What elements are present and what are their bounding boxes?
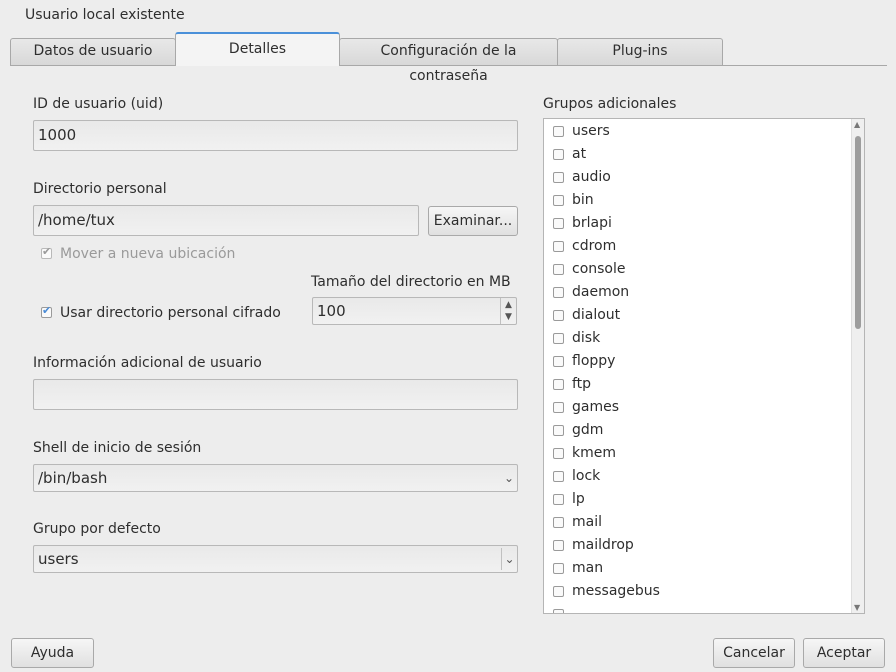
group-checkbox[interactable] [553, 149, 564, 160]
encrypted-home-label: Usar directorio personal cifrado [60, 305, 281, 321]
spinner-buttons: ▲ ▼ [500, 298, 516, 324]
window-title: Usuario local existente [25, 7, 185, 23]
chevron-down-icon[interactable]: ⌄ [501, 548, 517, 570]
tab-details[interactable]: Detalles [175, 32, 340, 66]
list-item[interactable]: messagebus [552, 581, 842, 604]
list-item[interactable]: at [552, 144, 842, 167]
extra-info-label: Información adicional de usuario [33, 355, 262, 371]
scrollbar-thumb[interactable] [855, 136, 861, 329]
list-item[interactable]: lp [552, 489, 842, 512]
groups-scrollbar[interactable]: ▲ ▼ [851, 119, 864, 613]
list-item[interactable]: cdrom [552, 236, 842, 259]
home-dir-input[interactable]: /home/tux [33, 205, 419, 236]
group-checkbox[interactable] [553, 218, 564, 229]
tab-plugins[interactable]: Plug-ins [557, 38, 723, 65]
help-button[interactable]: Ayuda [11, 638, 94, 668]
default-group-label: Grupo por defecto [33, 521, 161, 537]
dir-size-value: 100 [317, 302, 346, 320]
group-checkbox[interactable] [553, 609, 564, 613]
list-item[interactable]: brlapi [552, 213, 842, 236]
list-item[interactable]: maildrop [552, 535, 842, 558]
list-item[interactable]: man [552, 558, 842, 581]
group-checkbox[interactable] [553, 540, 564, 551]
list-item[interactable]: gdm [552, 420, 842, 443]
list-item[interactable]: dialout [552, 305, 842, 328]
accept-button[interactable]: Aceptar [803, 638, 885, 668]
list-item[interactable]: daemon [552, 282, 842, 305]
group-checkbox[interactable] [553, 471, 564, 482]
scroll-up-icon[interactable]: ▲ [854, 120, 860, 129]
shell-value: /bin/bash [38, 469, 108, 487]
list-item[interactable]: audio [552, 167, 842, 190]
group-checkbox[interactable] [553, 379, 564, 390]
default-group-value: users [38, 550, 79, 568]
home-dir-label: Directorio personal [33, 181, 167, 197]
group-checkbox[interactable] [553, 586, 564, 597]
list-item-partial[interactable] [552, 604, 842, 613]
groups-list[interactable]: users at audio bin brlapi cdrom console … [543, 118, 865, 614]
chevron-down-icon[interactable]: ⌄ [501, 467, 517, 489]
list-item[interactable]: floppy [552, 351, 842, 374]
list-item[interactable]: disk [552, 328, 842, 351]
list-item[interactable]: kmem [552, 443, 842, 466]
group-checkbox[interactable] [553, 195, 564, 206]
list-item[interactable]: users [552, 121, 842, 144]
move-location-checkbox[interactable] [41, 245, 52, 259]
groups-label: Grupos adicionales [543, 96, 677, 112]
group-checkbox[interactable] [553, 333, 564, 344]
scroll-down-icon[interactable]: ▼ [854, 603, 860, 612]
list-item[interactable]: mail [552, 512, 842, 535]
group-checkbox[interactable] [553, 402, 564, 413]
group-checkbox[interactable] [553, 356, 564, 367]
default-group-combo[interactable]: users ⌄ [33, 545, 518, 573]
cancel-button[interactable]: Cancelar [713, 638, 795, 668]
list-item[interactable]: console [552, 259, 842, 282]
group-checkbox[interactable] [553, 126, 564, 137]
group-checkbox[interactable] [553, 563, 564, 574]
browse-button[interactable]: Examinar... [428, 206, 518, 236]
move-location-label: Mover a nueva ubicación [60, 246, 236, 262]
tab-divider [10, 65, 887, 66]
group-checkbox[interactable] [553, 287, 564, 298]
shell-label: Shell de inicio de sesión [33, 440, 202, 456]
list-item[interactable]: ftp [552, 374, 842, 397]
list-item[interactable]: games [552, 397, 842, 420]
spin-down-icon[interactable]: ▼ [501, 310, 516, 324]
tab-user-data[interactable]: Datos de usuario [10, 38, 176, 65]
uid-label: ID de usuario (uid) [33, 96, 164, 112]
uid-input[interactable]: 1000 [33, 120, 518, 151]
group-checkbox[interactable] [553, 264, 564, 275]
extra-info-input[interactable] [33, 379, 518, 410]
group-checkbox[interactable] [553, 494, 564, 505]
encrypted-home-checkbox[interactable] [41, 304, 52, 318]
group-checkbox[interactable] [553, 172, 564, 183]
group-checkbox[interactable] [553, 448, 564, 459]
list-item[interactable]: lock [552, 466, 842, 489]
group-checkbox[interactable] [553, 241, 564, 252]
dir-size-label: Tamaño del directorio en MB [311, 274, 511, 290]
group-checkbox[interactable] [553, 517, 564, 528]
group-checkbox[interactable] [553, 425, 564, 436]
group-checkbox[interactable] [553, 310, 564, 321]
tab-password-settings[interactable]: Configuración de la contraseña [339, 38, 558, 84]
list-item[interactable]: bin [552, 190, 842, 213]
dir-size-spinner[interactable]: 100 ▲ ▼ [312, 297, 517, 325]
shell-combo[interactable]: /bin/bash ⌄ [33, 464, 518, 492]
